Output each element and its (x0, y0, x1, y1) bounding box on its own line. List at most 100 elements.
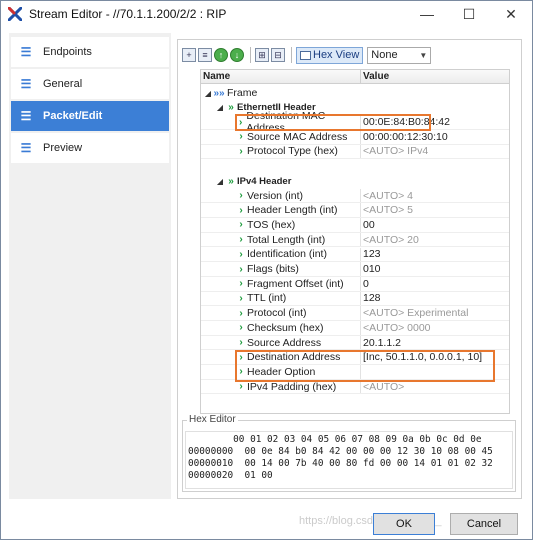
move-down-icon[interactable]: ↓ (230, 48, 244, 62)
chevron-right-icon: › (239, 322, 243, 334)
chevron-right-icon: › (239, 381, 243, 393)
maximize-button[interactable]: ☐ (448, 1, 490, 27)
window-title: Stream Editor - //70.1.1.200/2/2 : RIP (29, 7, 227, 21)
field-row[interactable]: › TOS (hex) 00 (201, 218, 509, 233)
nav-item-endpoints[interactable]: ☰ Endpoints (11, 37, 169, 67)
nav-item-label: Endpoints (43, 46, 92, 58)
field-row[interactable]: › Header Length (int) <AUTO> 5 (201, 203, 509, 219)
view-select-value: None (371, 49, 398, 61)
field-value[interactable]: 010 (361, 262, 381, 276)
field-value[interactable]: <AUTO> 0000 (361, 321, 431, 335)
field-value[interactable]: <AUTO> 5 (361, 203, 413, 217)
field-value[interactable]: 20.1.1.2 (361, 336, 401, 350)
field-name: Fragment Offset (int) (247, 277, 344, 290)
field-value[interactable]: <AUTO> (361, 380, 404, 394)
hex-view-icon (300, 50, 311, 60)
expand-all-icon[interactable]: ⊞ (255, 48, 269, 62)
field-name-cell: › Fragment Offset (int) (201, 276, 361, 291)
field-row[interactable]: › Checksum (hex) <AUTO> 0000 (201, 321, 509, 336)
field-value[interactable]: 00:0E:84:B0:84:42 (361, 115, 450, 129)
nav-item-general[interactable]: ☰ General (11, 69, 169, 99)
field-name-cell: › Flags (bits) (201, 262, 361, 276)
field-value[interactable]: <AUTO> 20 (361, 233, 419, 247)
add-header-icon[interactable]: + (182, 48, 196, 62)
field-row[interactable]: › Version (int) <AUTO> 4 (201, 188, 509, 204)
field-row[interactable]: › Header Option (201, 365, 509, 380)
chevron-down-icon: ▼ (419, 50, 428, 60)
toolbar-divider (250, 47, 251, 63)
field-row[interactable]: › Protocol Type (hex) <AUTO> IPv4 (201, 144, 509, 160)
hex-header-line: 00 01 02 03 04 05 06 07 08 09 0a 0b 0c 0… (188, 434, 482, 445)
chevron-right-icon: › (239, 145, 243, 157)
field-value[interactable] (361, 365, 363, 379)
ok-button[interactable]: OK (373, 513, 435, 535)
chevron-right-icon: › (239, 190, 243, 202)
field-name-cell: › Header Length (int) (201, 203, 361, 218)
field-row[interactable]: › Total Length (int) <AUTO> 20 (201, 232, 509, 248)
hex-view-toggle[interactable]: Hex View (296, 46, 364, 64)
hex-editor-body[interactable]: 00 01 02 03 04 05 06 07 08 09 0a 0b 0c 0… (185, 431, 513, 489)
field-name-cell: › TOS (hex) (201, 218, 361, 232)
field-name-cell: › Source Address (201, 335, 361, 350)
column-header-value: Value (363, 71, 390, 82)
chevron-right-icon: › (239, 116, 243, 128)
header-icon: » (228, 175, 234, 187)
chevron-right-icon: › (239, 278, 243, 290)
field-name-cell: › Checksum (hex) (201, 321, 361, 335)
field-name: IPv4 Padding (hex) (247, 380, 337, 393)
field-name: Version (int) (247, 189, 304, 202)
field-row[interactable]: › Source MAC Address 00:00:00:12:30:10 (201, 129, 509, 145)
field-row[interactable]: › Flags (bits) 010 (201, 262, 509, 277)
field-value[interactable]: 0 (361, 277, 369, 291)
collapse-triangle-icon[interactable]: ◢ (215, 177, 225, 186)
field-name-cell: › Protocol (int) (201, 306, 361, 320)
chevron-right-icon: › (239, 366, 243, 378)
close-button[interactable]: ✕ (490, 1, 532, 27)
field-value[interactable]: <AUTO> 4 (361, 189, 413, 203)
field-row[interactable]: › Protocol (int) <AUTO> Experimental (201, 306, 509, 321)
tree-row-ipv4-header[interactable]: ◢ » IPv4 Header (201, 174, 509, 189)
minimize-button[interactable]: — (406, 1, 448, 27)
field-value[interactable]: <AUTO> IPv4 (361, 145, 428, 159)
field-row[interactable]: › Source Address 20.1.1.2 (201, 335, 509, 351)
tree-row-frame[interactable]: ◢ »» Frame (201, 86, 509, 101)
field-name-cell: › Protocol Type (hex) (201, 144, 361, 159)
field-value[interactable]: [Inc, 50.1.1.0, 0.0.0.1, 10] (361, 350, 482, 364)
list-icon[interactable]: ≡ (198, 48, 212, 62)
field-value[interactable]: <AUTO> Experimental (361, 306, 468, 320)
field-row[interactable]: › TTL (int) 128 (201, 291, 509, 307)
chevron-right-icon: › (239, 292, 243, 304)
field-value[interactable]: 123 (361, 248, 381, 262)
nav-item-packet-edit[interactable]: ☰ Packet/Edit (11, 101, 169, 131)
field-name: Source Address (247, 336, 322, 349)
nav-item-preview[interactable]: ☰ Preview (11, 133, 169, 163)
field-name: Source MAC Address (247, 130, 348, 143)
field-value[interactable]: 00 (361, 218, 375, 232)
view-select[interactable]: None ▼ (367, 46, 432, 64)
field-value[interactable]: 128 (361, 292, 381, 306)
chevron-right-icon: › (239, 248, 243, 260)
field-name-cell: › IPv4 Padding (hex) (201, 379, 361, 394)
left-navigation: ☰ Endpoints ☰ General ☰ Packet/Edit ☰ Pr… (9, 33, 171, 499)
nav-item-label: Preview (43, 142, 83, 154)
field-row[interactable]: › Identification (int) 123 (201, 247, 509, 263)
frame-icon: »» (213, 87, 225, 99)
hex-line: 00000000 00 0e 84 b0 84 42 00 00 00 12 3… (188, 446, 493, 457)
collapse-triangle-icon[interactable]: ◢ (203, 89, 213, 98)
field-name: Identification (int) (247, 248, 327, 261)
field-name-cell: › Header Option (201, 365, 361, 379)
field-row[interactable]: › IPv4 Padding (hex) <AUTO> (201, 379, 509, 395)
hex-line: 00000020 01 00 (188, 470, 273, 481)
hex-editor-label: Hex Editor (187, 414, 238, 425)
field-row[interactable]: › Destination Address [Inc, 50.1.1.0, 0.0.… (201, 350, 509, 366)
field-name: Header Option (247, 365, 316, 378)
field-row[interactable]: › Fragment Offset (int) 0 (201, 276, 509, 292)
move-up-icon[interactable]: ↑ (214, 48, 228, 62)
collapse-triangle-icon[interactable]: ◢ (215, 103, 225, 112)
packet-tree: Name Value ◢ »» Frame ◢ » EthernetII Hea… (200, 69, 510, 414)
cancel-button[interactable]: Cancel (450, 513, 518, 535)
field-row[interactable]: › Destination MAC Address 00:0E:84:B0:84:4… (201, 110, 509, 134)
field-value[interactable]: 00:00:00:12:30:10 (361, 130, 448, 144)
chevron-right-icon: › (239, 234, 243, 246)
collapse-all-icon[interactable]: ⊟ (271, 48, 285, 62)
